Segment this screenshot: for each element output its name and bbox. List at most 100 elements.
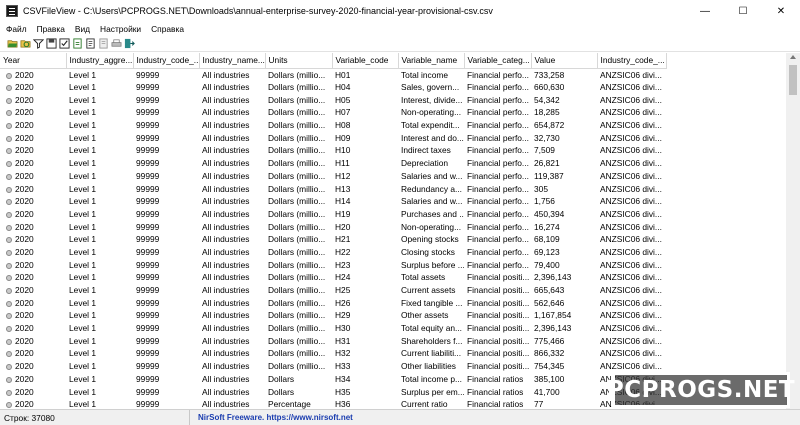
table-cell: H21 xyxy=(335,234,351,245)
selected-report-icon[interactable] xyxy=(97,38,110,50)
table-row[interactable]: 2020 Level 1 99999 All industries Dollars (m… xyxy=(0,157,666,170)
table-row[interactable]: 2020 Level 1 99999 All industries Dollars (m… xyxy=(0,334,666,347)
table-row[interactable]: 2020 Level 1 99999 All industries Dollars (m… xyxy=(0,360,666,373)
table-row[interactable]: 2020 Level 1 99999 All industries Dollars (m… xyxy=(0,93,666,106)
table-row[interactable]: 2020 Level 1 99999 All industries Dollars H34… xyxy=(0,373,666,386)
table-row[interactable]: 2020 Level 1 99999 All industries Dollars (m… xyxy=(0,271,666,284)
table-cell: Sales, govern... xyxy=(401,82,460,93)
maximize-button[interactable]: ☐ xyxy=(724,0,762,22)
table-cell: All industries xyxy=(202,107,250,118)
column-header[interactable]: Industry_aggre... xyxy=(66,53,134,69)
table-cell: 2020 xyxy=(0,385,66,398)
table-cell: All industries xyxy=(202,69,250,80)
filter-icon[interactable] xyxy=(32,38,45,50)
column-header[interactable]: Variable_categ... xyxy=(464,53,532,69)
menu-edit[interactable]: Правка xyxy=(32,24,70,34)
table-cell: ANZSIC06 divi... xyxy=(600,170,662,181)
table-row[interactable]: 2020 Level 1 99999 All industries Dollars (m… xyxy=(0,258,666,271)
table-cell: Other liabilities xyxy=(401,361,456,372)
table-row[interactable]: 2020 Level 1 99999 All industries Dollars (m… xyxy=(0,296,666,309)
menu-view[interactable]: Вид xyxy=(70,24,95,34)
save-icon[interactable] xyxy=(45,38,58,50)
row-count: Строк: 37080 xyxy=(0,410,190,425)
table-cell: 2020 xyxy=(0,233,66,246)
table-row[interactable]: 2020 Level 1 99999 All industries Dollars (m… xyxy=(0,309,666,322)
scroll-up-icon[interactable] xyxy=(790,55,796,59)
column-header[interactable]: Value xyxy=(531,53,598,69)
table-row[interactable]: 2020 Level 1 99999 All industries Dollars (m… xyxy=(0,68,666,81)
table-row[interactable]: 2020 Level 1 99999 All industries Dollars (m… xyxy=(0,347,666,360)
menu-file[interactable]: Файл xyxy=(0,24,32,34)
watermark-logo: PCPROGS.NET xyxy=(607,372,795,408)
table-cell: H04 xyxy=(335,82,351,93)
table-row[interactable]: 2020 Level 1 99999 All industries Dollars (m… xyxy=(0,208,666,221)
table-cell: H26 xyxy=(335,297,351,308)
row-icon xyxy=(6,338,12,345)
table-cell: Closing stocks xyxy=(401,246,455,257)
scrollbar-thumb[interactable] xyxy=(789,65,797,95)
table-row[interactable]: 2020 Level 1 99999 All industries Dollars (m… xyxy=(0,195,666,208)
table-cell: Dollars (millio... xyxy=(268,107,326,118)
table-cell: Level 1 xyxy=(69,361,97,372)
print-icon[interactable] xyxy=(110,38,123,50)
status-bar: Строк: 37080 NirSoft Freeware. https://w… xyxy=(0,409,800,425)
reload-icon[interactable] xyxy=(19,38,32,50)
table-row[interactable]: 2020 Level 1 99999 All industries Dollars (m… xyxy=(0,81,666,94)
table-row[interactable]: 2020 Level 1 99999 All industries Dollars (m… xyxy=(0,284,666,297)
column-header[interactable]: Units xyxy=(265,53,333,69)
table-row[interactable]: 2020 Level 1 99999 All industries Dollars H35… xyxy=(0,385,666,398)
column-header[interactable]: Industry_code_... xyxy=(597,53,667,69)
table-cell: Level 1 xyxy=(69,259,97,270)
table-cell: 99999 xyxy=(136,361,160,372)
table-cell: Dollars (millio... xyxy=(268,285,326,296)
table-cell: All industries xyxy=(202,234,250,245)
table-cell: 99999 xyxy=(136,183,160,194)
data-table: Year Industry_aggre... Industry_code_...… xyxy=(0,53,667,409)
table-cell: H24 xyxy=(335,272,351,283)
menu-help[interactable]: Справка xyxy=(146,24,189,34)
column-header[interactable]: Industry_code_... xyxy=(133,53,200,69)
table-cell: 654,872 xyxy=(534,120,565,131)
table-cell: Dollars (millio... xyxy=(268,132,326,143)
table-row[interactable]: 2020 Level 1 99999 All industries Dollars (m… xyxy=(0,220,666,233)
properties-icon[interactable] xyxy=(58,38,71,50)
vertical-scrollbar[interactable] xyxy=(786,53,800,409)
table-cell-text: 2020 xyxy=(15,145,34,156)
column-header[interactable]: Year xyxy=(0,53,67,69)
nirsoft-link[interactable]: NirSoft Freeware. https://www.nirsoft.ne… xyxy=(198,413,353,422)
column-header[interactable]: Variable_code xyxy=(332,53,399,69)
table-cell: ANZSIC06 divi... xyxy=(600,208,662,219)
table-row[interactable]: 2020 Level 1 99999 All industries Dollars (m… xyxy=(0,182,666,195)
table-cell: Level 1 xyxy=(69,386,97,397)
table-row[interactable]: 2020 Level 1 99999 All industries Percentage… xyxy=(0,398,666,409)
menu-settings[interactable]: Настройки xyxy=(95,24,146,34)
table-cell: ANZSIC06 divi... xyxy=(600,361,662,372)
table-cell: ANZSIC06 divi... xyxy=(600,285,662,296)
column-header[interactable]: Industry_name... xyxy=(199,53,266,69)
open-icon[interactable] xyxy=(6,38,19,50)
close-button[interactable]: ✕ xyxy=(762,0,800,22)
column-header[interactable]: Variable_name xyxy=(398,53,465,69)
table-cell: Level 1 xyxy=(69,183,97,194)
table-row[interactable]: 2020 Level 1 99999 All industries Dollars (m… xyxy=(0,246,666,259)
table-cell: Current assets xyxy=(401,285,456,296)
table-row[interactable]: 2020 Level 1 99999 All industries Dollars (m… xyxy=(0,106,666,119)
table-row[interactable]: 2020 Level 1 99999 All industries Dollars (m… xyxy=(0,233,666,246)
table-row[interactable]: 2020 Level 1 99999 All industries Dollars (m… xyxy=(0,322,666,335)
table-cell-text: 2020 xyxy=(15,82,34,93)
exit-icon[interactable] xyxy=(123,38,136,50)
copy-icon[interactable] xyxy=(71,38,84,50)
data-grid[interactable]: Year Industry_aggre... Industry_code_...… xyxy=(0,53,786,409)
table-cell: Dollars (millio... xyxy=(268,145,326,156)
table-cell: Total equity an... xyxy=(401,323,462,334)
table-row[interactable]: 2020 Level 1 99999 All industries Dollars (m… xyxy=(0,131,666,144)
minimize-button[interactable]: — xyxy=(686,0,724,22)
table-row[interactable]: 2020 Level 1 99999 All industries Dollars (m… xyxy=(0,170,666,183)
html-report-icon[interactable] xyxy=(84,38,97,50)
table-cell: H01 xyxy=(335,69,351,80)
table-cell: H10 xyxy=(335,145,351,156)
table-row[interactable]: 2020 Level 1 99999 All industries Dollars (m… xyxy=(0,144,666,157)
table-cell: Financial positi... xyxy=(467,361,530,372)
table-cell: Dollars (millio... xyxy=(268,170,326,181)
table-row[interactable]: 2020 Level 1 99999 All industries Dollars (m… xyxy=(0,119,666,132)
